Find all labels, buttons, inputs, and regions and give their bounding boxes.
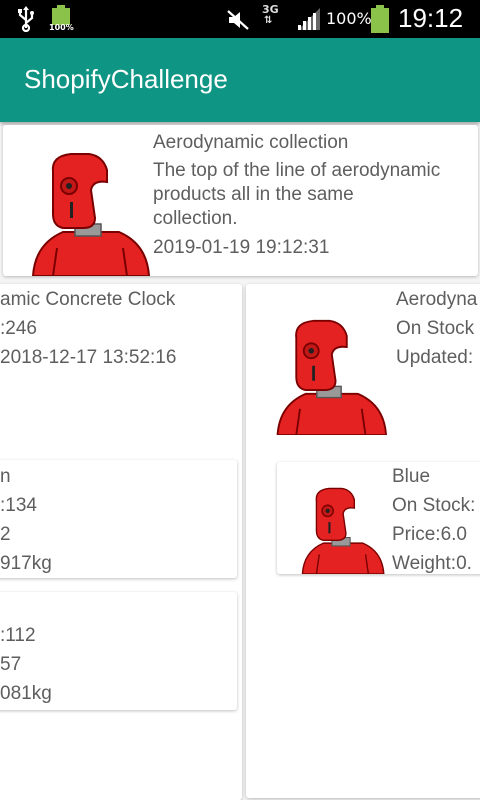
variant-stock: On Stock: <box>392 495 476 516</box>
collection-card[interactable]: Aerodynamic collection The top of the li… <box>3 125 478 276</box>
collection-updated: 2019-01-19 19:12:31 <box>153 237 330 258</box>
collection-title: Aerodynamic collection <box>153 132 349 153</box>
robot-image <box>31 153 151 276</box>
usb-icon <box>18 6 34 32</box>
robot-image <box>276 319 388 435</box>
variant-name: Blue <box>392 466 431 487</box>
variant-card[interactable]: Blue On Stock: Price:6.0 Weight:0. <box>277 462 480 574</box>
network-type-label: 3G <box>262 3 279 16</box>
product-stock: :246 <box>0 318 37 339</box>
battery-small-label: 100% <box>49 23 74 32</box>
status-bar: 100% 3G ⇅ 100% 19:12 <box>0 0 480 38</box>
product-updated: Updated: <box>396 347 474 368</box>
product-card[interactable]: amic Concrete Clock :246 2018-12-17 13:5… <box>0 284 242 800</box>
collection-description-line: collection. <box>153 208 238 229</box>
product-name: Aerodyna <box>396 289 478 310</box>
variant-price: Price:6.0 <box>392 524 467 545</box>
status-clock: 19:12 <box>398 3 464 33</box>
data-arrows-icon: ⇅ <box>264 15 273 26</box>
battery-icon <box>52 5 70 25</box>
product-card[interactable]: Aerodyna On Stock Updated: Blue On Stock… <box>246 284 480 798</box>
product-stock: On Stock <box>396 318 475 339</box>
variant-stock: :112 <box>0 625 36 646</box>
variant-stock: :134 <box>0 495 37 516</box>
product-updated: 2018-12-17 13:52:16 <box>0 347 177 368</box>
variant-weight: 917kg <box>0 553 52 574</box>
battery-icon <box>371 5 389 33</box>
collection-description-line: The top of the line of aerodynamic <box>153 160 441 181</box>
battery-percent: 100% <box>326 9 372 28</box>
variant-card[interactable]: n :134 2 917kg <box>0 460 237 578</box>
variant-weight: Weight:0. <box>392 553 472 574</box>
variant-name: n <box>0 466 11 487</box>
variant-price: 2 <box>0 524 11 545</box>
variant-weight: 081kg <box>0 683 52 704</box>
signal-icon <box>298 8 320 30</box>
variant-price: 57 <box>0 654 22 675</box>
variant-card[interactable]: :112 57 081kg <box>0 592 237 710</box>
app-bar: ShopifyChallenge <box>0 38 480 122</box>
collection-description-line: products all in the same <box>153 184 354 205</box>
product-name: amic Concrete Clock <box>0 289 176 310</box>
network-type-indicator: 3G ⇅ <box>262 4 279 26</box>
app-title: ShopifyChallenge <box>24 64 228 94</box>
mute-icon <box>227 10 249 30</box>
robot-image <box>301 487 385 574</box>
